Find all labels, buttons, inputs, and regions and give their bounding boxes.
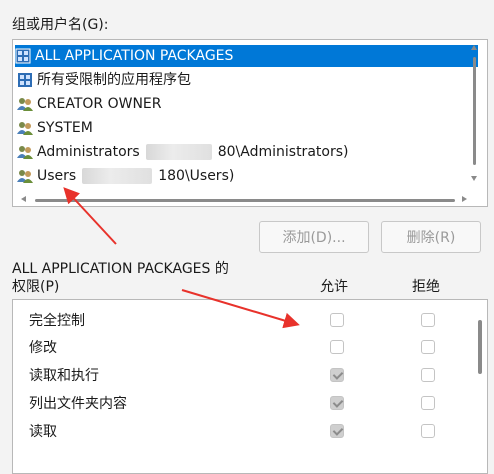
scrollbar-thumb[interactable] — [478, 320, 482, 374]
deny-checkbox-read-execute[interactable] — [421, 368, 435, 382]
scrollbar-thumb[interactable] — [473, 57, 476, 165]
list-item-administrators[interactable]: Administrators 80\Administrators) — [17, 141, 348, 163]
allow-column-header: 允许 — [320, 279, 348, 295]
permission-name: 修改 — [29, 340, 57, 356]
group-user-list[interactable]: ALL APPLICATION PACKAGES 所有受限制的应用程序包 CRE… — [12, 39, 488, 207]
list-item-restricted-packages[interactable]: 所有受限制的应用程序包 — [17, 69, 191, 91]
allow-checkbox-full-control[interactable] — [330, 313, 344, 327]
group-name-prefix: Users — [37, 168, 77, 184]
package-group-icon — [17, 72, 33, 88]
allow-checkbox-list-folder[interactable] — [330, 396, 344, 410]
list-item-users[interactable]: Users 180\Users) — [17, 165, 234, 187]
scroll-right-icon[interactable] — [462, 196, 467, 202]
permission-row-modify: 修改 — [29, 333, 57, 361]
deny-column-header: 拒绝 — [412, 279, 440, 295]
permission-name: 完全控制 — [29, 313, 85, 329]
vertical-scrollbar[interactable] — [478, 320, 483, 473]
users-icon — [17, 120, 33, 136]
group-name: CREATOR OWNER — [37, 96, 162, 112]
vertical-scrollbar[interactable] — [469, 43, 479, 183]
scroll-down-icon[interactable] — [471, 176, 477, 181]
deny-checkbox-modify[interactable] — [421, 340, 435, 354]
add-button[interactable]: 添加(D)... — [259, 221, 369, 253]
permission-row-read-execute: 读取和执行 — [29, 361, 99, 389]
group-name: 所有受限制的应用程序包 — [37, 72, 191, 88]
deny-checkbox-full-control[interactable] — [421, 313, 435, 327]
permission-row-full-control: 完全控制 — [29, 306, 85, 334]
permission-row-list-folder: 列出文件夹内容 — [29, 389, 127, 417]
horizontal-scrollbar[interactable] — [15, 194, 473, 204]
users-icon — [17, 96, 33, 112]
list-item-system[interactable]: SYSTEM — [17, 117, 93, 139]
allow-checkbox-read[interactable] — [330, 424, 344, 438]
groups-label: 组或用户名(G): — [12, 17, 109, 33]
deny-checkbox-list-folder[interactable] — [421, 396, 435, 410]
redacted-block — [82, 168, 153, 184]
users-icon — [17, 168, 33, 184]
list-item-creator-owner[interactable]: CREATOR OWNER — [17, 93, 162, 115]
permission-name: 列出文件夹内容 — [29, 396, 127, 412]
group-name: SYSTEM — [37, 120, 93, 136]
group-name-prefix: Administrators — [37, 144, 140, 160]
scroll-left-icon[interactable] — [21, 196, 26, 202]
allow-checkbox-read-execute[interactable] — [330, 368, 344, 382]
package-group-icon — [15, 48, 31, 64]
permissions-table[interactable]: 完全控制 修改 读取和执行 列出文件夹内容 读取 — [12, 299, 488, 474]
group-name: ALL APPLICATION PACKAGES — [35, 48, 234, 64]
allow-checkbox-modify[interactable] — [330, 340, 344, 354]
scrollbar-thumb[interactable] — [35, 199, 455, 202]
scroll-up-icon[interactable] — [471, 45, 477, 50]
remove-button[interactable]: 删除(R) — [381, 221, 481, 253]
group-name-suffix: 80\Administrators) — [217, 144, 349, 160]
permission-row-read: 读取 — [29, 417, 57, 445]
redacted-block — [145, 144, 212, 160]
users-icon — [17, 144, 33, 160]
deny-checkbox-read[interactable] — [421, 424, 435, 438]
permissions-title: ALL APPLICATION PACKAGES 的 — [12, 261, 229, 277]
list-item-all-application-packages[interactable]: ALL APPLICATION PACKAGES — [15, 45, 478, 67]
permission-name: 读取 — [29, 424, 57, 440]
permissions-label: 权限(P) — [12, 279, 60, 295]
permission-name: 读取和执行 — [29, 368, 99, 384]
group-name-suffix: 180\Users) — [158, 168, 235, 184]
